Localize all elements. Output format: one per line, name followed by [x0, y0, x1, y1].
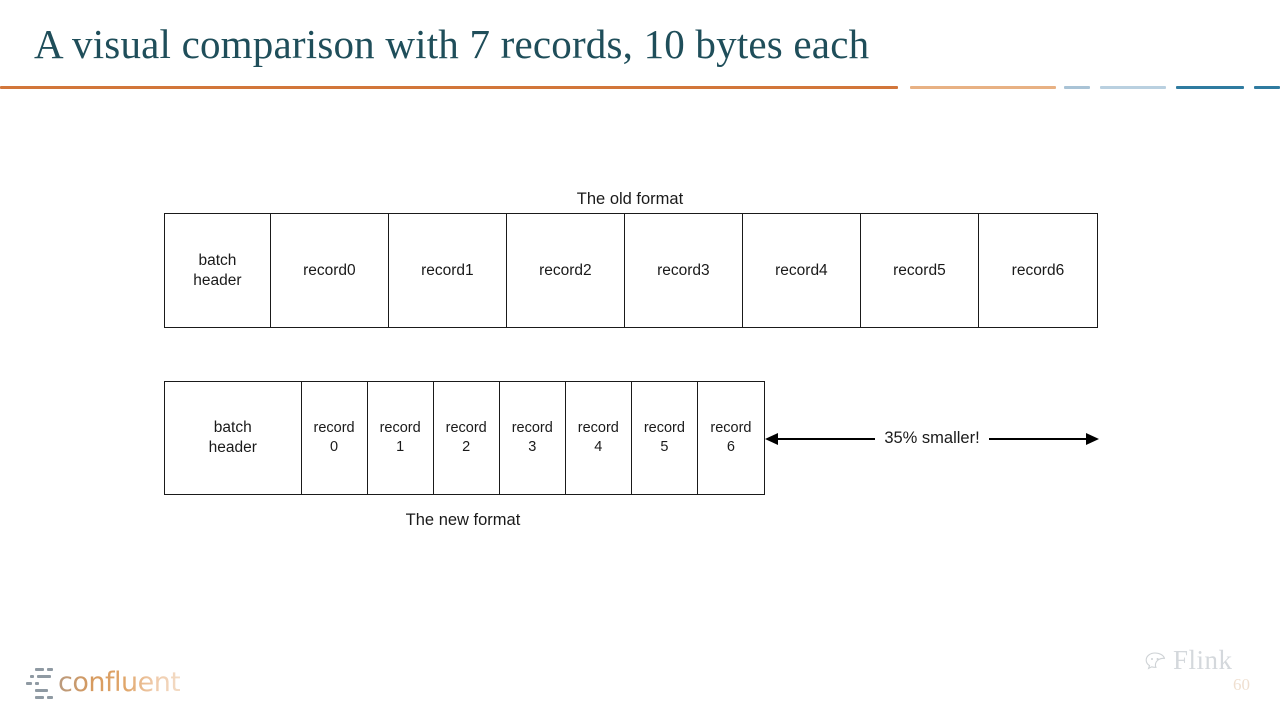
- new-record-word: record: [643, 420, 685, 437]
- new-record-index: 3: [528, 439, 537, 455]
- new-format-record-cell: record 6: [698, 382, 764, 494]
- new-format-record-cell: record 2: [434, 382, 500, 494]
- new-format-batch-header-cell: batch header: [165, 382, 302, 494]
- size-difference-label: 35% smaller!: [884, 428, 980, 447]
- new-format-caption: The new format: [405, 511, 521, 529]
- confluent-wordmark: confluent: [58, 666, 181, 698]
- new-format-record-cell: record 0: [302, 382, 368, 494]
- new-record-word: record: [577, 420, 619, 437]
- new-format-record-cell: record 1: [368, 382, 434, 494]
- size-difference-measure: 35% smaller!: [765, 424, 1099, 454]
- flink-label: Flink: [1173, 645, 1233, 675]
- old-format-record-cell: record5: [861, 214, 979, 327]
- new-header-line2: header: [208, 439, 257, 456]
- old-format-row: batch header record0 record1 record2 rec…: [164, 213, 1098, 328]
- measure-line-right: [988, 438, 1086, 440]
- flink-watermark: Flink 60: [1145, 645, 1270, 705]
- arrow-left-icon: [765, 433, 778, 445]
- old-format-batch-header-cell: batch header: [165, 214, 271, 327]
- new-record-index: 2: [462, 439, 471, 455]
- measure-line-left: [778, 438, 876, 440]
- confluent-mark-icon: [26, 663, 56, 701]
- new-format-record-cell: record 3: [500, 382, 566, 494]
- format-comparison-diagram: The old format batch header record0 reco…: [0, 0, 1280, 720]
- old-format-record-cell: record1: [389, 214, 507, 327]
- new-record-index: 6: [726, 439, 735, 455]
- new-record-index: 5: [660, 439, 669, 455]
- new-record-index: 1: [396, 439, 405, 455]
- old-format-caption: The old format: [576, 190, 684, 208]
- new-record-index: 4: [594, 439, 603, 455]
- arrow-right-icon: [1086, 433, 1099, 445]
- old-header-line2: header: [193, 271, 242, 289]
- new-format-record-cell: record 5: [632, 382, 698, 494]
- confluent-logo: confluent: [26, 660, 206, 704]
- new-header-line1: batch: [213, 419, 252, 437]
- page-number: 60: [1233, 675, 1250, 694]
- old-header-line1: batch: [198, 251, 237, 269]
- new-record-word: record: [379, 420, 421, 437]
- new-record-index: 0: [330, 439, 339, 455]
- old-format-record-cell: record0: [271, 214, 389, 327]
- old-format-record-cell: record3: [625, 214, 743, 327]
- new-record-word: record: [511, 420, 553, 437]
- new-format-record-cell: record 4: [566, 382, 632, 494]
- wechat-icon: [1145, 652, 1166, 670]
- new-format-row: batch header record 0 record 1 record 2: [164, 381, 765, 495]
- old-format-record-cell: record2: [507, 214, 625, 327]
- old-format-record-cell: record6: [1011, 261, 1065, 279]
- new-record-word: record: [445, 420, 487, 437]
- new-record-word: record: [313, 420, 355, 437]
- new-record-word: record: [710, 420, 752, 437]
- old-format-record-cell: record4: [743, 214, 861, 327]
